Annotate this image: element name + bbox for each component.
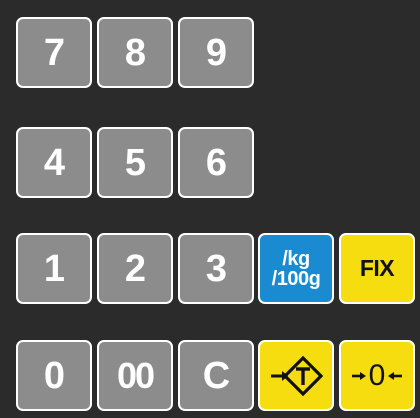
- key-5-label: 5: [124, 141, 146, 184]
- clear-key[interactable]: C: [178, 340, 254, 411]
- key-00[interactable]: 00: [97, 340, 173, 411]
- tare-key[interactable]: [258, 340, 334, 411]
- key-6-label: 6: [205, 141, 227, 184]
- key-1-label: 1: [43, 247, 65, 290]
- unit-price-label-100g: /100g: [271, 267, 321, 290]
- key-1[interactable]: 1: [16, 233, 92, 304]
- key-4-label: 4: [43, 141, 65, 184]
- key-2[interactable]: 2: [97, 233, 173, 304]
- key-0-label: 0: [43, 354, 65, 397]
- scale-keypad: 7 8 9 4 5 6 1 2 3 /kg /100g FIX 0 00 C 0: [0, 0, 420, 418]
- zero-arrows-icon: 0: [351, 359, 404, 393]
- tare-arrow-icon: [269, 354, 323, 398]
- clear-key-label: C: [202, 354, 230, 397]
- unit-price-key[interactable]: /kg /100g: [258, 233, 334, 304]
- key-6[interactable]: 6: [178, 127, 254, 198]
- zero-key-digit: 0: [368, 358, 386, 392]
- fix-key[interactable]: FIX: [339, 233, 415, 304]
- key-9[interactable]: 9: [178, 17, 254, 88]
- key-00-label: 00: [116, 354, 155, 396]
- key-8-label: 8: [124, 31, 146, 74]
- fix-key-label: FIX: [359, 255, 395, 281]
- key-8[interactable]: 8: [97, 17, 173, 88]
- unit-price-label-kg: /kg: [282, 247, 310, 270]
- key-7-label: 7: [43, 31, 65, 74]
- key-9-label: 9: [205, 31, 227, 74]
- zero-key[interactable]: 0: [339, 340, 415, 411]
- key-5[interactable]: 5: [97, 127, 173, 198]
- key-3[interactable]: 3: [178, 233, 254, 304]
- key-2-label: 2: [124, 247, 146, 290]
- key-0[interactable]: 0: [16, 340, 92, 411]
- key-3-label: 3: [205, 247, 227, 290]
- key-4[interactable]: 4: [16, 127, 92, 198]
- key-7[interactable]: 7: [16, 17, 92, 88]
